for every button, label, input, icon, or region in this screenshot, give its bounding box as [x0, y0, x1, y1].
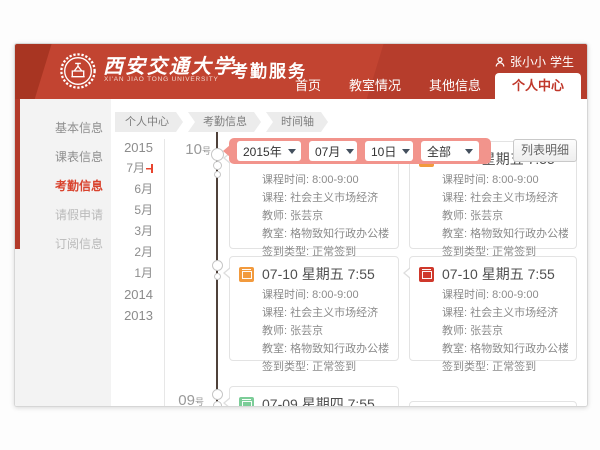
filter-bar: 2015年 07月 10日 全部 [229, 138, 491, 164]
card-field-teacher: 教师: 张芸京 [262, 322, 390, 340]
nav-item-other-info[interactable]: 其他信息 [415, 73, 495, 99]
card-field-signin-type: 签到类型: 正常签到 [442, 358, 568, 376]
type-dropdown[interactable]: 全部 [421, 141, 479, 161]
attendance-card[interactable]: 07-10 星期五 7:55 课程时间: 8:00-9:00 课程: 社会主义市… [229, 256, 399, 361]
rail-month[interactable]: 5月 [111, 200, 153, 221]
breadcrumb-personal-center[interactable]: 个人中心 [115, 112, 183, 132]
chevron-down-icon [402, 149, 410, 154]
user-name: 张小小 [510, 53, 546, 70]
left-red-stripe-decoration [15, 99, 20, 249]
rail-month[interactable]: 6月 [111, 179, 153, 200]
breadcrumb: 个人中心 考勤信息 时间轴 [115, 112, 328, 132]
nav-item-home[interactable]: 首页 [281, 73, 335, 99]
main-nav: 首页 教室情况 其他信息 个人中心 [281, 73, 581, 99]
app-header: 西安交通大学 XI'AN JIAO TONG UNIVERSITY 考勤服务 张… [15, 44, 587, 99]
rail-year[interactable]: 2014 [111, 284, 153, 305]
timeline-dot [212, 260, 223, 271]
card-field-teacher: 教师: 张芸京 [262, 207, 390, 225]
chevron-down-icon [465, 149, 473, 154]
page: 西安交通大学 XI'AN JIAO TONG UNIVERSITY 考勤服务 张… [0, 0, 600, 450]
sidebar: 基本信息 课表信息 考勤信息 请假申请 订阅信息 [15, 99, 111, 407]
timeline-dot [212, 389, 223, 400]
card-field-teacher: 教师: 张芸京 [442, 322, 568, 340]
timeline-day-label-10: 10号 [179, 141, 211, 158]
card-field-classroom: 教室: 格物致知行政办公楼 [262, 340, 390, 358]
timeline-day-label-09: 09号 [172, 392, 204, 407]
user-info[interactable]: 张小小 学生 [494, 53, 574, 70]
timeline-rail: 2015 7月 6月 5月 3月 2月 1月 2014 2013 [111, 137, 159, 326]
chevron-down-icon [346, 149, 354, 154]
month-rail-divider [164, 139, 165, 407]
sidebar-item-subscription-info[interactable]: 订阅信息 [15, 230, 111, 259]
card-field-course: 课程: 社会主义市场经济 [262, 189, 390, 207]
card-field-classroom: 教室: 格物致知行政办公楼 [442, 225, 568, 243]
timeline-dot [214, 273, 221, 280]
breadcrumb-timeline[interactable]: 时间轴 [266, 112, 328, 132]
nav-item-classrooms[interactable]: 教室情况 [335, 73, 415, 99]
chevron-down-icon [288, 149, 296, 154]
rail-year[interactable]: 2015 [111, 137, 153, 158]
status-icon [239, 397, 254, 408]
university-logo-icon [59, 52, 97, 90]
attendance-card[interactable] [409, 401, 577, 407]
user-role: 学生 [550, 53, 574, 70]
status-icon [239, 267, 254, 282]
rail-month[interactable]: 1月 [111, 263, 153, 284]
user-icon [494, 56, 506, 68]
timeline-dot [214, 171, 221, 178]
card-field-course: 课程: 社会主义市场经济 [442, 304, 568, 322]
sidebar-item-leave-request[interactable]: 请假申请 [15, 201, 111, 230]
card-title: 07-10 星期五 7:55 [262, 264, 375, 284]
card-field-classroom: 教室: 格物致知行政办公楼 [262, 225, 390, 243]
university-name-en: XI'AN JIAO TONG UNIVERSITY [104, 76, 219, 83]
rail-month[interactable]: 3月 [111, 221, 153, 242]
app-window: 西安交通大学 XI'AN JIAO TONG UNIVERSITY 考勤服务 张… [14, 43, 588, 407]
month-dropdown[interactable]: 07月 [309, 141, 357, 161]
breadcrumb-attendance-info[interactable]: 考勤信息 [188, 112, 261, 132]
card-field-course: 课程: 社会主义市场经济 [262, 304, 390, 322]
rail-month-current[interactable]: 7月 [111, 158, 153, 179]
card-field-classroom: 教室: 格物致知行政办公楼 [442, 340, 568, 358]
attendance-card[interactable]: 07-10 星期五 7:55 课程时间: 8:00-9:00 课程: 社会主义市… [409, 256, 577, 361]
card-title: 07-10 星期五 7:55 [442, 264, 555, 284]
card-field-teacher: 教师: 张芸京 [442, 207, 568, 225]
rail-year[interactable]: 2013 [111, 305, 153, 326]
university-name-zh: 西安交通大学 [103, 50, 235, 79]
card-field-course: 课程: 社会主义市场经济 [442, 189, 568, 207]
card-title: 07-09 星期四 7:55 [262, 394, 375, 407]
day-dropdown[interactable]: 10日 [365, 141, 413, 161]
card-field-course-time: 课程时间: 8:00-9:00 [442, 286, 568, 304]
sidebar-item-timetable-info[interactable]: 课表信息 [15, 143, 111, 172]
card-field-course-time: 课程时间: 8:00-9:00 [262, 286, 390, 304]
current-month-marker [146, 164, 153, 173]
timeline-dot [213, 401, 222, 407]
card-field-course-time: 课程时间: 8:00-9:00 [442, 171, 568, 189]
content-area: 基本信息 课表信息 考勤信息 请假申请 订阅信息 个人中心 考勤信息 时间轴 2… [15, 99, 587, 407]
nav-item-personal-center[interactable]: 个人中心 [495, 73, 581, 99]
sidebar-item-basic-info[interactable]: 基本信息 [15, 114, 111, 143]
sidebar-item-attendance-info[interactable]: 考勤信息 [15, 172, 111, 201]
list-detail-button[interactable]: 列表明细 [513, 139, 577, 162]
rail-month[interactable]: 2月 [111, 242, 153, 263]
card-field-course-time: 课程时间: 8:00-9:00 [262, 171, 390, 189]
year-dropdown[interactable]: 2015年 [237, 141, 301, 161]
attendance-card[interactable]: 07-09 星期四 7:55 [229, 386, 399, 407]
status-icon [419, 267, 434, 282]
card-field-signin-type: 签到类型: 正常签到 [262, 358, 390, 376]
timeline-dot [213, 161, 222, 170]
